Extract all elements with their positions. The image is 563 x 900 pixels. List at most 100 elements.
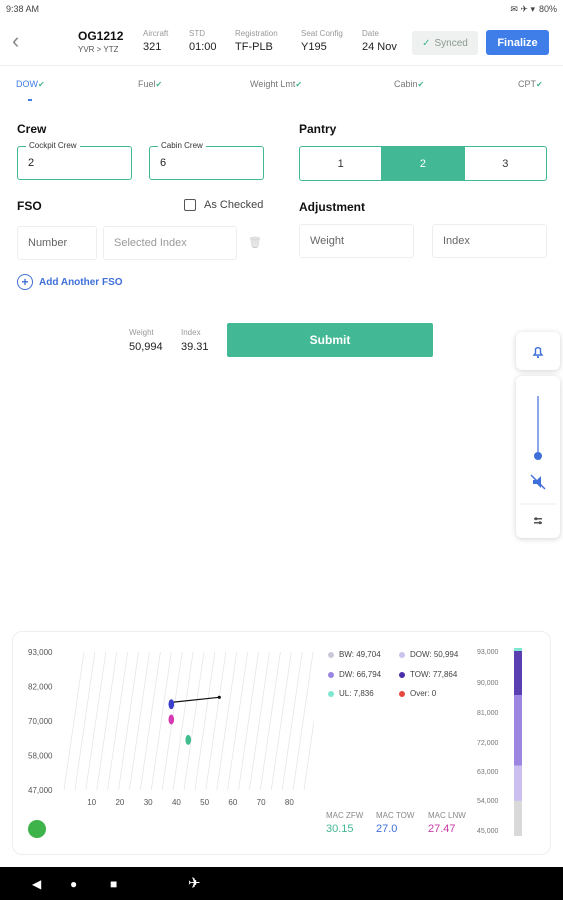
- legend-dw-label: DW: 66,794: [339, 670, 382, 679]
- grid-line: [183, 651, 205, 791]
- legend-ul: UL: 7,836: [328, 689, 374, 698]
- as-checked-label: As Checked: [204, 199, 264, 211]
- x-tick-label: 80: [285, 798, 294, 807]
- legend-dot: [399, 690, 405, 697]
- system-nav-bar: ◀ ● ■ ✈: [0, 867, 563, 900]
- pantry-selector: 1 2 3: [299, 146, 547, 181]
- tab-weight-lmt[interactable]: Weight Lmt✔: [250, 79, 302, 89]
- flight-info: OG1212 YVR > YTZ: [78, 29, 123, 54]
- registration-meta: Registration TF-PLB: [235, 29, 278, 53]
- trash-icon[interactable]: 🗑: [248, 236, 262, 249]
- pantry-option-1[interactable]: 1: [300, 147, 383, 180]
- status-time: 9:38 AM: [6, 4, 40, 14]
- mac-zfw-label: MAC ZFW: [326, 811, 364, 820]
- tab-cpt[interactable]: CPT✔: [518, 79, 543, 89]
- x-tick-label: 70: [257, 798, 266, 807]
- check-icon: ✔: [38, 80, 45, 89]
- tab-weight-lmt-label: Weight Lmt: [250, 79, 296, 89]
- settings-sliders-icon[interactable]: [534, 517, 542, 525]
- add-fso-button[interactable]: + Add Another FSO: [17, 274, 123, 290]
- y-tick-label: 93,000: [28, 648, 53, 657]
- bar-tick: 81,000: [477, 710, 499, 717]
- mac-tow-value: 27.0: [376, 823, 398, 835]
- grid-line: [118, 651, 139, 791]
- tab-cabin[interactable]: Cabin✔: [394, 79, 424, 89]
- grid-line: [63, 651, 85, 791]
- back-arrow-icon[interactable]: ‹: [12, 30, 19, 52]
- legend-bw-label: BW: 49,704: [339, 650, 381, 659]
- bar-tick: 90,000: [477, 680, 499, 687]
- grid-line: [205, 651, 227, 791]
- battery-level: 80%: [538, 4, 557, 14]
- weight-stack-bar: [514, 648, 522, 836]
- submit-button[interactable]: Submit: [227, 323, 433, 357]
- back-nav-icon[interactable]: ◀: [32, 877, 41, 891]
- grid-line: [172, 651, 194, 791]
- legend-dw: DW: 66,794: [328, 670, 381, 679]
- mac-lnw-label: MAC LNW: [428, 811, 466, 820]
- check-icon: ✔: [155, 80, 163, 89]
- grid-line: [216, 651, 238, 791]
- volume-slider-thumb[interactable]: [534, 452, 542, 460]
- fso-index-select[interactable]: Selected Index: [103, 226, 237, 260]
- bar-tick: 93,000: [477, 649, 499, 656]
- bell-icon[interactable]: [516, 332, 560, 370]
- grid-line: [303, 718, 314, 791]
- summary-weight: Weight 50,994: [129, 328, 163, 353]
- grid-line: [238, 651, 259, 791]
- cockpit-crew-value: 2: [28, 157, 35, 169]
- bar-tick: 54,000: [477, 798, 499, 805]
- x-tick-label: 60: [228, 798, 237, 807]
- legend-dot: [399, 671, 405, 678]
- tab-bar: DOW✔ Fuel✔ Weight Lmt✔ Cabin✔ CPT✔: [0, 66, 563, 101]
- moment-line: [171, 696, 220, 703]
- aircraft-value: 321: [143, 41, 162, 53]
- grid-line: [96, 651, 118, 791]
- cabin-crew-label: Cabin Crew: [158, 141, 206, 150]
- cg-envelope-chart: 93,000 82,000 70,000 58,000 47,000 10 20 30 40 50…: [28, 648, 314, 807]
- x-tick-label: 50: [200, 798, 209, 807]
- aircraft-label: Aircraft: [143, 29, 169, 38]
- bar-tick: 63,000: [477, 769, 499, 776]
- adjustment-index-input[interactable]: Index: [432, 224, 547, 258]
- y-tick-label: 58,000: [28, 752, 53, 761]
- y-tick-label: 70,000: [28, 717, 53, 726]
- recents-nav-icon[interactable]: ■: [110, 877, 117, 891]
- cockpit-crew-label: Cockpit Crew: [26, 141, 80, 150]
- tab-dow[interactable]: DOW✔: [16, 79, 45, 89]
- adjustment-weight-input[interactable]: Weight: [299, 224, 414, 258]
- status-indicator[interactable]: [28, 820, 46, 838]
- cabin-crew-field[interactable]: Cabin Crew 6: [149, 141, 264, 180]
- app-switch-icon[interactable]: ✈: [188, 874, 201, 892]
- weight-bar-segment-dw: [514, 695, 522, 766]
- grid-line: [129, 651, 150, 791]
- finalize-button[interactable]: Finalize: [486, 30, 549, 55]
- mac-lnw: MAC LNW 27.47: [428, 811, 466, 835]
- pantry-option-3[interactable]: 3: [465, 147, 546, 180]
- fso-number-input[interactable]: Number: [17, 226, 97, 260]
- bar-tick: 45,000: [477, 828, 499, 835]
- mac-zfw: MAC ZFW 30.15: [326, 811, 363, 835]
- synced-button[interactable]: ✓ Synced: [412, 31, 478, 55]
- as-checked-checkbox[interactable]: [184, 199, 196, 211]
- cockpit-crew-field[interactable]: Cockpit Crew 2: [17, 141, 132, 180]
- grid-line: [85, 651, 107, 791]
- grid-line: [140, 651, 161, 791]
- y-tick-label: 47,000: [28, 786, 53, 795]
- home-nav-icon[interactable]: ●: [70, 877, 77, 891]
- legend-dow-label: DOW: 50,994: [410, 650, 459, 659]
- add-fso-label: Add Another FSO: [39, 276, 123, 288]
- x-tick-label: 10: [87, 798, 96, 807]
- pantry-option-2[interactable]: 2: [382, 147, 465, 180]
- grid-line: [270, 651, 292, 791]
- tab-cpt-label: CPT: [518, 79, 536, 89]
- mac-tow: MAC TOW 27.0: [376, 811, 414, 835]
- date-meta: Date 24 Nov: [362, 29, 397, 53]
- pantry-title: Pantry: [299, 122, 337, 136]
- mac-zfw-value: 30.15: [326, 823, 354, 835]
- check-icon: ✓: [422, 37, 431, 49]
- aircraft-meta: Aircraft 321: [143, 29, 168, 53]
- mute-icon[interactable]: [530, 474, 546, 490]
- flight-route: YVR > YTZ: [78, 45, 119, 54]
- tab-fuel[interactable]: Fuel✔: [138, 79, 162, 89]
